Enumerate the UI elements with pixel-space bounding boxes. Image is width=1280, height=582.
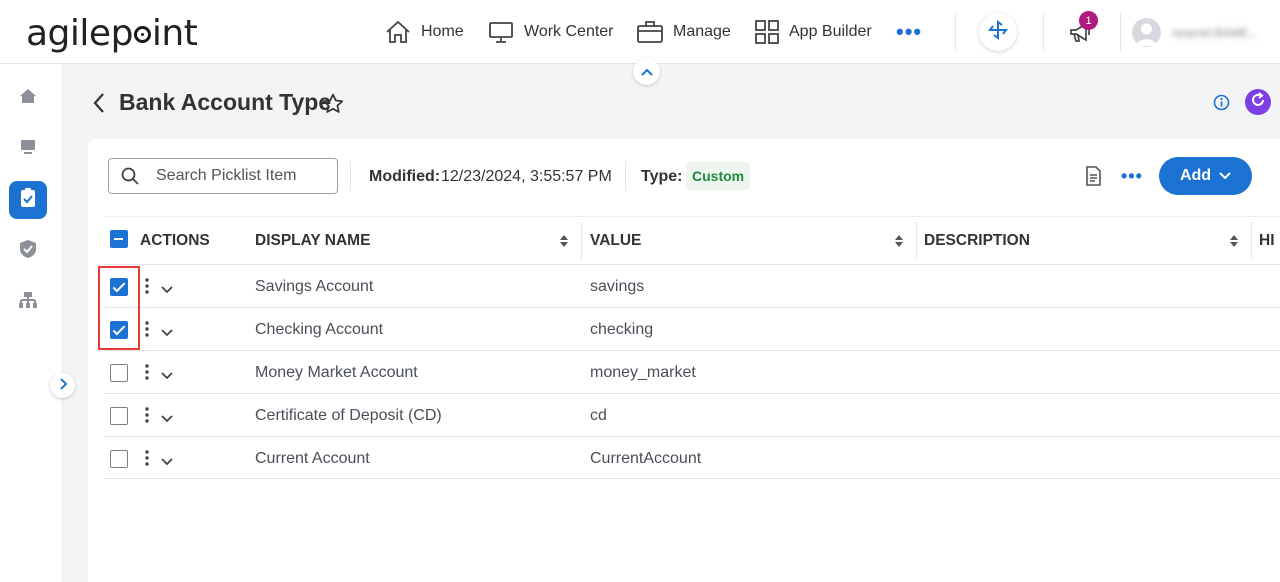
value-cell: cd: [590, 406, 607, 424]
collapse-header-button[interactable]: [633, 58, 660, 85]
column-resize-handle[interactable]: [1251, 222, 1252, 260]
sort-icon[interactable]: [1230, 235, 1238, 247]
briefcase-icon: [637, 20, 663, 44]
search-input[interactable]: [156, 167, 316, 185]
chevron-down-icon[interactable]: [161, 367, 173, 385]
table-row[interactable]: Money Market Account money_market: [104, 350, 1280, 393]
more-menu-button[interactable]: •••: [896, 0, 922, 64]
column-header-display-name[interactable]: DISPLAY NAME: [255, 217, 571, 265]
sidebar-item-picklist[interactable]: [9, 181, 47, 219]
pinwheel-icon: [988, 19, 1008, 45]
org-chart-icon: [18, 291, 38, 314]
table-row[interactable]: Savings Account savings: [104, 264, 1280, 307]
chevron-left-icon: [92, 93, 106, 118]
type-badge: Custom: [686, 162, 751, 190]
sidebar-item-security[interactable]: [9, 232, 47, 270]
sidebar-item-monitor[interactable]: [9, 130, 47, 168]
kebab-menu-icon[interactable]: [145, 364, 149, 385]
select-all-checkbox[interactable]: [110, 230, 128, 248]
type-label: Type:: [641, 168, 683, 185]
agilepoint-logo[interactable]: agilep int: [26, 13, 198, 54]
display-name-cell: Savings Account: [255, 277, 374, 295]
chevron-down-icon[interactable]: [161, 410, 173, 428]
add-button[interactable]: Add: [1159, 157, 1252, 195]
column-resize-handle[interactable]: [581, 222, 582, 260]
avatar[interactable]: [1132, 18, 1161, 47]
kebab-menu-icon[interactable]: [145, 321, 149, 342]
home-icon: [385, 20, 411, 44]
table-row[interactable]: Checking Account checking: [104, 307, 1280, 350]
picklist-table: ACTIONS DISPLAY NAME VALUE DESCRIPTION H…: [104, 216, 1280, 479]
more-options-button[interactable]: •••: [1121, 166, 1143, 187]
picklist-panel: Modified: 12/23/2024, 3:55:57 PM Type: C…: [88, 139, 1280, 582]
table-row[interactable]: Current Account CurrentAccount: [104, 436, 1280, 479]
sidebar-item-home[interactable]: [9, 79, 47, 117]
top-bar: agilep int Home Work Center Manage App Bu…: [0, 0, 1280, 64]
hub-button[interactable]: [979, 13, 1017, 51]
row-checkbox[interactable]: [110, 450, 128, 468]
sort-icon[interactable]: [895, 235, 903, 247]
grid-icon: [755, 20, 779, 44]
chevron-down-icon[interactable]: [161, 453, 173, 471]
display-name-cell: Current Account: [255, 449, 370, 467]
notification-badge: 1: [1079, 11, 1098, 30]
kebab-menu-icon[interactable]: [145, 450, 149, 471]
modified-label: Modified:: [369, 168, 441, 185]
sidebar-item-hierarchy[interactable]: [9, 283, 47, 321]
info-icon[interactable]: [1213, 94, 1230, 116]
shield-icon: [19, 239, 37, 264]
refresh-icon: [1250, 91, 1266, 113]
kebab-menu-icon[interactable]: [145, 278, 149, 299]
page-title: Bank Account Type: [119, 89, 332, 115]
nav-manage[interactable]: Manage: [637, 0, 731, 64]
value-cell: checking: [590, 320, 654, 338]
divider: [955, 13, 956, 51]
chevron-down-icon[interactable]: [161, 281, 173, 299]
divider: [1120, 13, 1121, 51]
monitor-icon: [19, 138, 37, 161]
value-cell: money_market: [590, 363, 696, 381]
chevron-down-icon: [1219, 172, 1231, 180]
search-box[interactable]: [108, 158, 338, 194]
monitor-icon: [488, 20, 514, 44]
refresh-button[interactable]: [1245, 89, 1271, 115]
clipboard-check-icon: [19, 187, 37, 213]
nav-work-center[interactable]: Work Center: [488, 0, 614, 64]
kebab-menu-icon[interactable]: [145, 407, 149, 428]
divider: [625, 161, 626, 191]
table-row[interactable]: Certificate of Deposit (CD) cd: [104, 393, 1280, 436]
row-checkbox[interactable]: [110, 407, 128, 425]
favorite-star-icon[interactable]: [322, 93, 344, 119]
divider: [350, 161, 351, 191]
display-name-cell: Money Market Account: [255, 363, 418, 381]
chevron-right-icon: [59, 377, 67, 395]
column-header-description[interactable]: DESCRIPTION: [924, 217, 1240, 265]
display-name-cell: Certificate of Deposit (CD): [255, 406, 442, 424]
sort-icon[interactable]: [560, 235, 568, 247]
modified-value: 12/23/2024, 3:55:57 PM: [441, 168, 612, 185]
back-button[interactable]: [92, 92, 106, 119]
selection-highlight: [98, 266, 140, 350]
nav-home[interactable]: Home: [385, 0, 464, 64]
value-cell: savings: [590, 277, 645, 295]
chevron-down-icon[interactable]: [161, 324, 173, 342]
left-sidebar: [0, 64, 63, 582]
column-header-actions: ACTIONS: [140, 232, 210, 249]
document-icon[interactable]: [1085, 166, 1102, 191]
expand-sidebar-button[interactable]: [50, 373, 75, 398]
username[interactable]: neamel.BAME...: [1172, 26, 1259, 40]
row-checkbox[interactable]: [110, 364, 128, 382]
column-resize-handle[interactable]: [916, 222, 917, 260]
column-header-hidden: HI: [1259, 232, 1275, 249]
value-cell: CurrentAccount: [590, 449, 702, 467]
table-header: ACTIONS DISPLAY NAME VALUE DESCRIPTION H…: [104, 216, 1280, 264]
search-icon: [121, 167, 139, 185]
chevron-up-icon: [640, 63, 653, 81]
display-name-cell: Checking Account: [255, 320, 384, 338]
divider: [1043, 13, 1044, 51]
home-icon: [19, 87, 37, 110]
nav-app-builder[interactable]: App Builder: [755, 0, 872, 64]
column-header-value[interactable]: VALUE: [590, 217, 906, 265]
